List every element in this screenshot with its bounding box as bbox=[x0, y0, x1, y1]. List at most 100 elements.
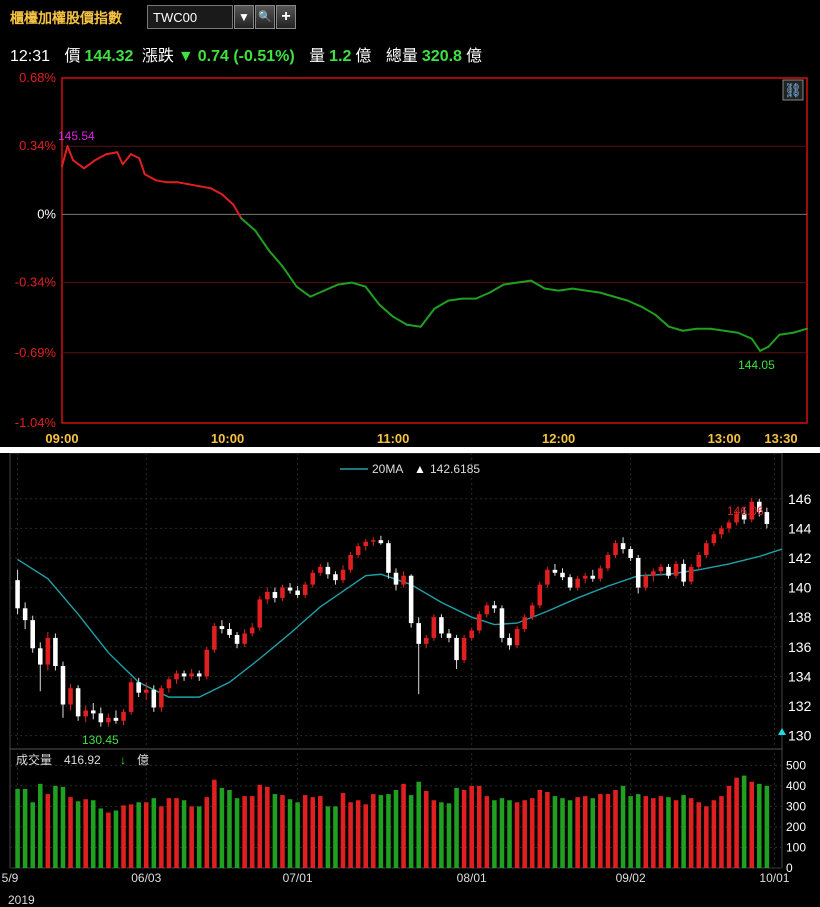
daily-y-tick: 138 bbox=[788, 609, 812, 625]
intraday-price-segment bbox=[433, 299, 450, 310]
volume-bar bbox=[30, 802, 35, 868]
candle-body bbox=[552, 569, 558, 573]
candle-body bbox=[666, 566, 671, 576]
intraday-price-segment bbox=[543, 287, 560, 292]
daily-high-label: 146.06 bbox=[727, 504, 764, 518]
candle-body bbox=[272, 592, 278, 598]
volume-bar bbox=[45, 794, 51, 868]
symbol-input[interactable]: TWC00 bbox=[147, 5, 233, 29]
volume-bar bbox=[469, 785, 474, 868]
intraday-y-tick: 0.34% bbox=[19, 138, 56, 153]
intraday-price-segment bbox=[121, 153, 132, 166]
volume-bar bbox=[461, 789, 467, 868]
candle-body bbox=[219, 626, 225, 630]
volume-y-tick: 200 bbox=[786, 820, 806, 834]
candle-body bbox=[424, 637, 429, 644]
ma-legend-arrow: ▲ bbox=[414, 462, 426, 476]
quote-time: 12:31 bbox=[10, 48, 51, 65]
candle-body bbox=[507, 637, 512, 646]
volume-bar bbox=[53, 785, 58, 868]
plus-icon[interactable]: + bbox=[276, 5, 296, 29]
link-icon[interactable]: ⛓ bbox=[784, 82, 802, 98]
candle-body bbox=[75, 688, 81, 717]
price-label: 價 bbox=[64, 48, 81, 65]
candle-body bbox=[295, 590, 300, 595]
volume-bar bbox=[757, 783, 762, 868]
candle-body bbox=[582, 575, 588, 579]
candle-body bbox=[318, 566, 323, 573]
intraday-x-tick: 10:00 bbox=[211, 431, 244, 446]
intraday-price-segment bbox=[612, 295, 629, 302]
candle-body bbox=[325, 566, 331, 575]
volume-bar bbox=[280, 795, 285, 868]
candle-body bbox=[38, 648, 43, 665]
intraday-price-segment bbox=[66, 145, 75, 162]
volume-bar bbox=[106, 812, 111, 868]
intraday-price-segment bbox=[778, 331, 795, 336]
candle-body bbox=[90, 710, 96, 714]
chevron-down-icon[interactable]: ▼ bbox=[234, 5, 254, 29]
intraday-y-tick: 0.68% bbox=[19, 70, 56, 85]
volume-bar bbox=[159, 806, 164, 868]
candle-body bbox=[204, 649, 210, 677]
candle-body bbox=[431, 617, 437, 638]
volume-bar bbox=[212, 779, 217, 868]
volume-bar bbox=[174, 798, 179, 868]
intraday-price-segment bbox=[138, 157, 146, 176]
candle-body bbox=[159, 688, 164, 708]
volume-bar bbox=[189, 806, 194, 868]
candle-body bbox=[128, 682, 134, 712]
toolbar: 櫃檯加權股價指數 TWC00 ▼ 🔍 + bbox=[0, 0, 820, 36]
change-label: 漲跌 bbox=[141, 48, 174, 65]
candle-body bbox=[355, 546, 361, 556]
volume-bar bbox=[651, 798, 656, 868]
candle-body bbox=[242, 633, 247, 644]
volume-bar bbox=[726, 785, 732, 868]
volume-unit: 億 bbox=[355, 48, 372, 65]
candle-body bbox=[234, 634, 240, 644]
candle-body bbox=[333, 574, 338, 581]
candle-body bbox=[174, 673, 179, 680]
volume-bar bbox=[605, 794, 611, 868]
volume-bar bbox=[166, 798, 172, 868]
volume-bar bbox=[507, 800, 512, 868]
candle-body bbox=[15, 580, 20, 609]
volume-panel-unit: 億 bbox=[137, 753, 149, 767]
volume-bar bbox=[439, 802, 444, 868]
candle-body bbox=[461, 637, 467, 661]
change-arrow: ▼ bbox=[177, 48, 194, 65]
volume-bar bbox=[567, 800, 573, 868]
intraday-price-segment bbox=[792, 327, 808, 334]
volume-bar bbox=[749, 781, 754, 868]
candle-body bbox=[378, 540, 384, 544]
daily-x-tick: 10/01 bbox=[759, 871, 789, 885]
candle-body bbox=[416, 623, 421, 644]
search-icon[interactable]: 🔍 bbox=[255, 5, 275, 29]
candle-body bbox=[454, 637, 459, 661]
candle-body bbox=[719, 528, 724, 535]
volume-bar bbox=[431, 800, 437, 868]
volume-bar bbox=[83, 799, 88, 868]
daily-x-tick: 5/9 bbox=[2, 871, 19, 885]
intraday-price-segment bbox=[309, 289, 326, 298]
candle-body bbox=[446, 633, 452, 638]
intraday-price-segment bbox=[419, 307, 436, 328]
volume-bar bbox=[257, 784, 263, 868]
intraday-low-label: 144.05 bbox=[738, 358, 775, 372]
volume-bar bbox=[143, 802, 149, 868]
intraday-y-tick: -1.04% bbox=[15, 415, 57, 430]
candle-body bbox=[643, 575, 649, 588]
volume-bar bbox=[318, 796, 323, 868]
intraday-price-segment bbox=[767, 333, 781, 348]
candle-body bbox=[363, 541, 368, 547]
candle-body bbox=[151, 689, 157, 708]
candle-body bbox=[590, 575, 596, 579]
volume-bar bbox=[272, 794, 278, 868]
intraday-price-segment bbox=[221, 193, 235, 206]
volume-bar bbox=[393, 789, 399, 868]
volume-y-tick: 400 bbox=[786, 779, 806, 793]
intraday-price-segment bbox=[654, 313, 671, 328]
daily-y-tick: 130 bbox=[788, 728, 812, 744]
candle-body bbox=[348, 555, 353, 570]
volume-bar bbox=[204, 797, 210, 868]
